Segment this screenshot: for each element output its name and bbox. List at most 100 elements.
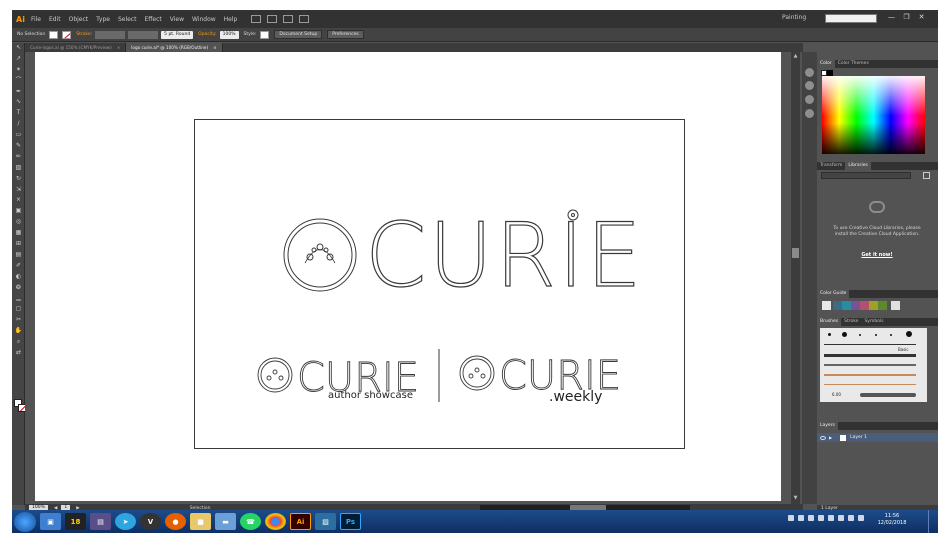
menu-effect[interactable]: Effect: [144, 16, 161, 23]
workspace-switcher[interactable]: Painting: [782, 14, 806, 21]
close-tab-icon[interactable]: ×: [117, 45, 121, 50]
brush-dot[interactable]: [828, 333, 831, 336]
archive-icon[interactable]: ▤: [90, 513, 111, 530]
libraries-dropdown[interactable]: [821, 172, 911, 179]
canvas-area[interactable]: CURIE CURIE author showcase CURIE .weekl…: [25, 52, 790, 506]
tab-curie-logos[interactable]: Curie-logos.ai @ 150% (CMYK/Preview) ×: [25, 43, 127, 52]
perspective-grid-tool-icon[interactable]: ▦: [12, 228, 25, 239]
search-input[interactable]: [825, 14, 877, 23]
notification-icon[interactable]: [848, 515, 854, 521]
photoshop-icon[interactable]: Ps: [340, 513, 361, 530]
main-logo-mark[interactable]: [283, 218, 357, 292]
brush-dot[interactable]: [906, 331, 912, 337]
network-icon[interactable]: [828, 515, 834, 521]
brush-definition-select[interactable]: 5 pt. Round: [161, 30, 194, 39]
document-setup-button[interactable]: Document Setup: [274, 30, 323, 39]
tab-transform[interactable]: Transform: [817, 162, 845, 170]
close-tab-icon[interactable]: ×: [213, 45, 217, 50]
links-panel-icon[interactable]: [805, 109, 814, 118]
explorer-icon[interactable]: ▣: [40, 513, 61, 530]
layer-row[interactable]: ▶ Layer 1: [817, 433, 938, 442]
gradient-tool-icon[interactable]: ▤: [12, 250, 25, 261]
tab-brushes[interactable]: Brushes: [817, 318, 842, 326]
tray-icon[interactable]: [798, 515, 804, 521]
tray-icon[interactable]: [808, 515, 814, 521]
variable-width-profile[interactable]: [128, 30, 159, 39]
rectangle-tool-icon[interactable]: ▭: [12, 130, 25, 141]
menu-select[interactable]: Select: [118, 16, 137, 23]
brush-dot[interactable]: [890, 334, 892, 336]
shape-builder-tool-icon[interactable]: ◎: [12, 217, 25, 228]
maximize-button[interactable]: ❐: [899, 13, 914, 21]
scale-tool-icon[interactable]: ⇲: [12, 185, 25, 196]
illustrator-icon[interactable]: Ai: [290, 513, 311, 530]
stock-icon[interactable]: [267, 15, 278, 23]
tab-color-themes[interactable]: Color Themes: [835, 60, 872, 68]
grid-view-icon[interactable]: [923, 172, 930, 179]
folder-icon[interactable]: ■: [190, 513, 211, 530]
tab-color[interactable]: Color: [817, 60, 835, 68]
brush-stroke[interactable]: [824, 364, 916, 366]
fill-swatch[interactable]: [49, 30, 59, 39]
visibility-eye-icon[interactable]: [820, 435, 826, 440]
messenger-icon[interactable]: ▬: [215, 513, 236, 530]
opacity-label[interactable]: Opacity:: [198, 32, 217, 37]
eyedropper-tool-icon[interactable]: ✐: [12, 261, 25, 272]
pencil-tool-icon[interactable]: ✏: [12, 152, 25, 163]
sub-logo-mark-1[interactable]: [257, 357, 293, 393]
layer-name[interactable]: Layer 1: [850, 435, 867, 440]
tab-color-guide[interactable]: Color Guide: [817, 290, 850, 298]
get-it-now-link[interactable]: Get it now!: [847, 252, 907, 258]
scroll-down-icon[interactable]: ▼: [791, 495, 800, 501]
menu-type[interactable]: Type: [96, 16, 110, 23]
selection-tool-icon[interactable]: ↖: [12, 43, 25, 54]
stroke-weight-field[interactable]: [95, 30, 126, 39]
firefox-icon[interactable]: ●: [165, 513, 186, 530]
tab-layers[interactable]: Layers: [817, 422, 838, 430]
expand-triangle-icon[interactable]: ▶: [829, 435, 832, 440]
battery-icon[interactable]: [838, 515, 844, 521]
minimize-button[interactable]: —: [884, 13, 899, 21]
main-wordmark[interactable]: CURIE: [364, 203, 644, 307]
scroll-up-icon[interactable]: ▲: [791, 53, 800, 59]
line-tool-icon[interactable]: ∕: [12, 119, 25, 130]
blend-tool-icon[interactable]: ◐: [12, 272, 25, 283]
sub-logo-mark-2[interactable]: [459, 355, 495, 391]
stroke-swatch[interactable]: [62, 30, 72, 39]
appearance-panel-icon[interactable]: [805, 68, 814, 77]
show-desktop-button[interactable]: [928, 510, 938, 533]
zoom-tool-icon[interactable]: ⌕: [12, 337, 25, 348]
info-panel-icon[interactable]: [805, 81, 814, 90]
width-tool-icon[interactable]: ⨯: [12, 195, 25, 206]
menu-view[interactable]: View: [170, 16, 184, 23]
style-swatch[interactable]: [260, 30, 270, 39]
brush-library[interactable]: Basic 6.00: [820, 328, 927, 402]
color-guide-swatches[interactable]: [822, 301, 900, 310]
menu-window[interactable]: Window: [192, 16, 216, 23]
magic-wand-tool-icon[interactable]: ✶: [12, 65, 25, 76]
taskbar-clock[interactable]: 11:56 12/02/2018: [875, 513, 909, 527]
fill-stroke-widget[interactable]: [14, 399, 26, 413]
chrome-icon[interactable]: [265, 513, 286, 530]
artboard-tool-icon[interactable]: ▢: [12, 304, 25, 315]
app-logo[interactable]: Ai: [16, 15, 25, 24]
swap-colors-icon[interactable]: ⇄: [12, 348, 25, 359]
hand-tool-icon[interactable]: ✋: [12, 326, 25, 337]
menu-file[interactable]: File: [31, 16, 41, 23]
menu-help[interactable]: Help: [224, 16, 238, 23]
tray-icon[interactable]: [818, 515, 824, 521]
brush-stroke[interactable]: [860, 393, 916, 397]
gpu-performance-icon[interactable]: [299, 15, 310, 23]
brush-stroke[interactable]: [824, 354, 916, 357]
brush-stroke[interactable]: [824, 384, 916, 385]
menu-edit[interactable]: Edit: [49, 16, 61, 23]
photoshop-alt-icon[interactable]: ▨: [315, 513, 336, 530]
brush-stroke[interactable]: [824, 374, 916, 376]
tab-libraries[interactable]: Libraries: [845, 162, 871, 170]
brush-stroke[interactable]: [824, 344, 916, 345]
eraser-tool-icon[interactable]: ▧: [12, 163, 25, 174]
mesh-tool-icon[interactable]: ⊞: [12, 239, 25, 250]
telegram-icon[interactable]: ➤: [115, 513, 136, 530]
start-button[interactable]: [14, 511, 36, 532]
stroke-label[interactable]: Stroke:: [76, 32, 92, 37]
